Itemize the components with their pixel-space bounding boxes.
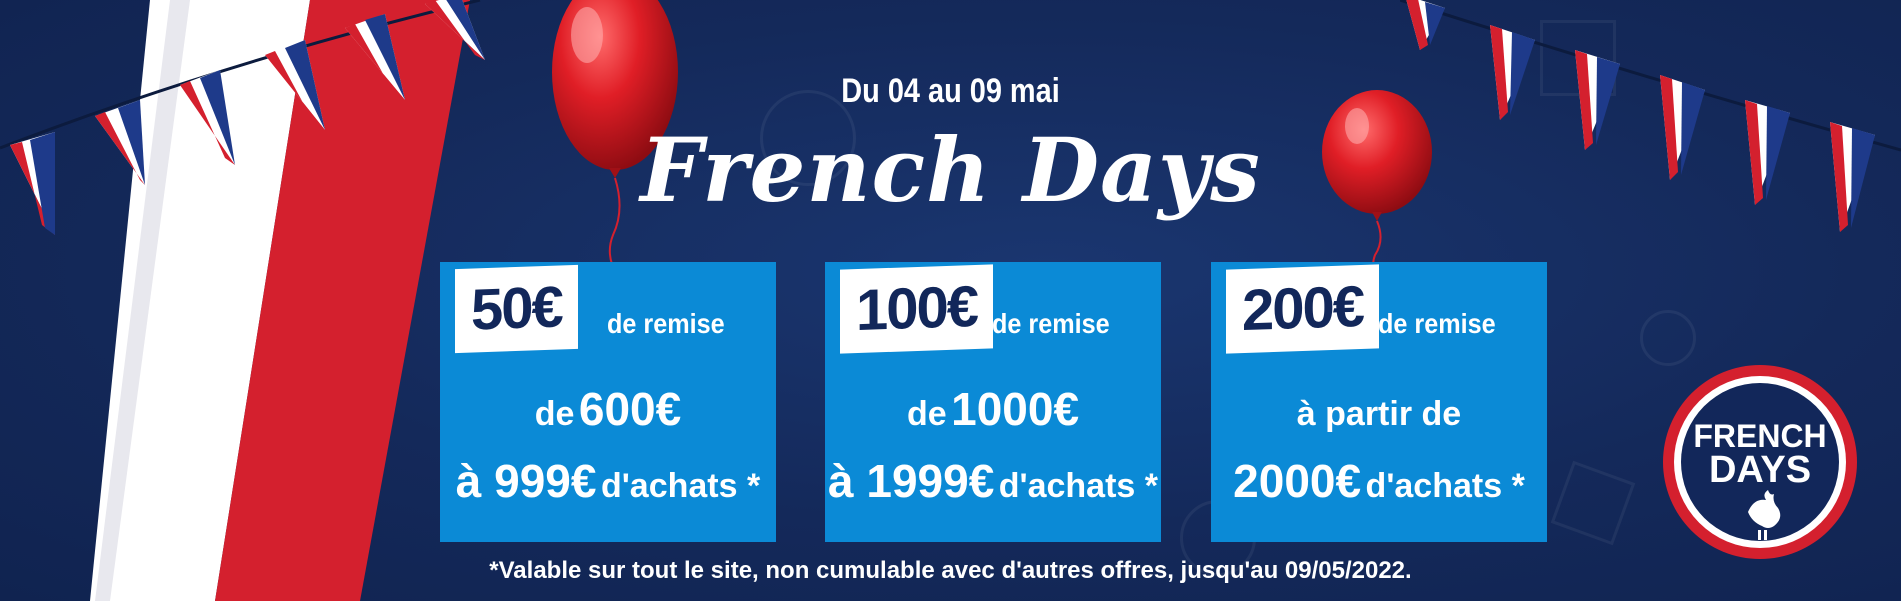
offer-range-min: 1000€	[951, 383, 1080, 435]
offer-card-100[interactable]: 100€ de remise de 1000€ à 1999€ d'achats…	[825, 262, 1161, 542]
offer-range-line-2: à 999€ d'achats *	[440, 454, 776, 508]
offer-range-line-1: de 600€	[440, 382, 776, 436]
discount-amount-badge: 50€	[455, 264, 578, 354]
discount-amount-badge: 100€	[840, 264, 994, 354]
offer-range-prefix: à partir de	[1296, 395, 1462, 433]
french-days-banner[interactable]: Du 04 au 09 mai French Days 50€ de remis…	[0, 0, 1901, 601]
background-circle-shape	[1640, 310, 1696, 366]
terms-footnote: *Valable sur tout le site, non cumulable…	[489, 557, 1412, 584]
offer-card-50[interactable]: 50€ de remise de 600€ à 999€ d'achats *	[440, 262, 776, 542]
offer-range-line-2: 2000€ d'achats *	[1211, 454, 1547, 508]
date-range-text: Du 04 au 09 mai	[841, 72, 1060, 110]
remise-label: de remise	[1378, 308, 1496, 339]
offer-range-max: à 1999€	[828, 455, 995, 507]
remise-label: de remise	[992, 308, 1110, 339]
offer-range-prefix: de	[534, 395, 575, 433]
remise-label: de remise	[607, 308, 725, 339]
background-square-shape	[1550, 460, 1636, 546]
offer-card-200[interactable]: 200€ de remise à partir de 2000€ d'achat…	[1211, 262, 1547, 542]
offer-range-line-2: à 1999€ d'achats *	[825, 454, 1161, 508]
offer-range-min: 600€	[578, 383, 682, 435]
offer-range-prefix: de	[906, 395, 947, 433]
badge-text-line2: DAYS	[1709, 449, 1811, 491]
offer-range-max: à 999€	[455, 455, 597, 507]
offer-range-suffix: d'achats *	[1365, 467, 1525, 505]
offer-range-line-1: de 1000€	[825, 382, 1161, 436]
french-days-logo-badge: FRENCH DAYS	[1663, 365, 1857, 559]
offer-range-suffix: d'achats *	[998, 467, 1158, 505]
offer-range-suffix: d'achats *	[600, 467, 761, 505]
discount-amount-badge: 200€	[1226, 264, 1380, 354]
french-days-title: French Days	[640, 118, 1261, 222]
offer-range-line-1: à partir de	[1211, 382, 1547, 436]
offer-range-max: 2000€	[1233, 455, 1362, 507]
